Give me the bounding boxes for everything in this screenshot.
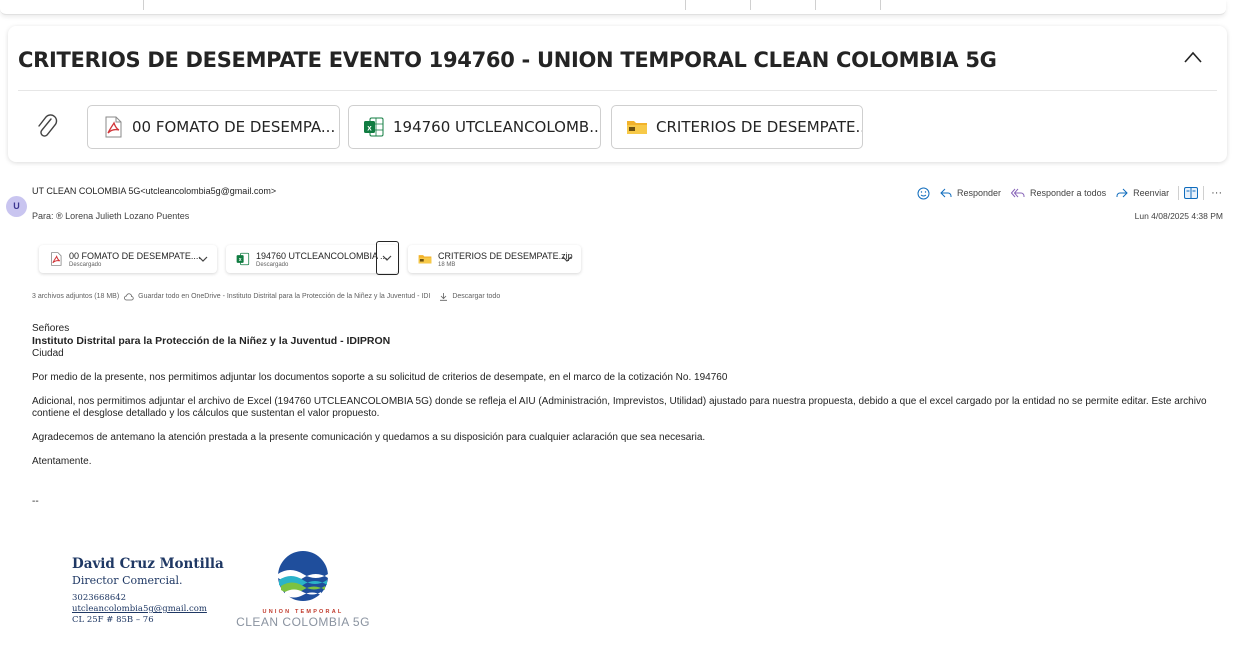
subject-card: CRITERIOS DE DESEMPATE EVENTO 194760 - U… [8, 26, 1227, 162]
reply-all-icon [1011, 188, 1025, 198]
toolbar-divider [143, 0, 144, 10]
reply-icon [940, 188, 952, 198]
excel-icon: x [364, 117, 384, 137]
download-icon [440, 293, 448, 301]
attachment-status: Descargado [69, 261, 102, 268]
forward-icon [1116, 188, 1128, 198]
pdf-icon [105, 116, 122, 138]
attachment-status: Descargado [256, 261, 289, 268]
attachment-name: CRITERIOS DE DESEMPATE.zip [438, 250, 573, 261]
divider [18, 90, 1217, 91]
company-logo: UNION TEMPORAL CLEAN COLOMBIA 5G [228, 550, 378, 640]
forward-button[interactable]: Reenviar [1116, 188, 1169, 198]
attachment-excel[interactable]: x 194760 UTCLEANCOLOMB... [348, 105, 601, 149]
attachment-chip-excel[interactable]: x 194760 UTCLEANCOLOMBIA ... Descargado [226, 245, 398, 273]
attachment-name: 194760 UTCLEANCOLOMB... [393, 118, 601, 136]
divider [1178, 186, 1180, 200]
more-actions-button[interactable]: ··· [1211, 187, 1222, 199]
reply-all-button[interactable]: Responder a todos [1011, 188, 1106, 198]
download-all-link[interactable]: Descargar todo [452, 293, 500, 300]
zip-folder-icon [627, 121, 647, 134]
message-body: Señores Instituto Distrital para la Prot… [32, 323, 1227, 508]
logo-globe-icon [278, 551, 328, 601]
signature-separator: -- [32, 496, 39, 507]
attachment-zip[interactable]: CRITERIOS DE DESEMPATE... [611, 105, 863, 149]
avatar[interactable]: U [6, 196, 27, 217]
signature-title: Director Comercial. [72, 574, 183, 587]
immersive-reader-icon[interactable] [1184, 187, 1199, 199]
email-subject: CRITERIOS DE DESEMPATE EVENTO 194760 - U… [18, 48, 997, 72]
logo-text: CLEAN COLOMBIA 5G [236, 615, 370, 629]
signature-address: CL 25F # 85B – 76 [72, 615, 154, 625]
message-date: Lun 4/08/2025 4:38 PM [1134, 211, 1223, 221]
cloud-icon [124, 292, 134, 300]
body-paragraph: Por medio de la presente, nos permitimos… [32, 372, 728, 383]
divider [1203, 186, 1205, 200]
attachment-name: 194760 UTCLEANCOLOMBIA ... [256, 250, 388, 261]
attachment-name: 00 FOMATO DE DESEMPATE.... [69, 250, 201, 261]
attachment-status: 18 MB [438, 261, 456, 268]
signature-name: David Cruz Montilla [72, 556, 224, 572]
signature-email[interactable]: utcleancolombia5g@gmail.com [72, 604, 224, 615]
reply-label: Responder [957, 188, 1002, 198]
paperclip-icon [38, 114, 58, 137]
excel-icon: x [236, 252, 250, 266]
attachment-menu-button[interactable] [376, 241, 399, 275]
attachment-name: CRITERIOS DE DESEMPATE... [656, 118, 863, 136]
body-paragraph: Agradecemos de antemano la atención pres… [32, 432, 706, 443]
toolbar-divider [685, 0, 686, 10]
reply-button[interactable]: Responder [940, 188, 1001, 198]
attachments-summary: 3 archivos adjuntos (18 MB) Guardar todo… [32, 292, 505, 301]
smiley-icon[interactable] [917, 187, 930, 200]
toolbar-divider [750, 0, 751, 10]
recipients[interactable]: Para: ® Lorena Julieth Lozano Puentes [32, 211, 189, 221]
salutation: Señores [32, 323, 70, 334]
svg-text:x: x [367, 124, 372, 133]
pdf-icon [51, 252, 62, 266]
forward-label: Reenviar [1133, 188, 1170, 198]
toolbar-divider [815, 0, 816, 10]
body-paragraph: Adicional, nos permitimos adjuntar el ar… [32, 396, 1207, 419]
attachment-name: 00 FOMATO DE DESEMPA... [132, 118, 336, 136]
chevron-down-icon[interactable] [559, 251, 575, 267]
signature: David Cruz Montilla Director Comercial. … [72, 556, 224, 626]
chevron-up-icon[interactable] [1183, 50, 1203, 64]
chevron-down-icon [382, 255, 392, 261]
attachment-pdf[interactable]: 00 FOMATO DE DESEMPA... [87, 105, 340, 149]
attachment-chip-pdf[interactable]: 00 FOMATO DE DESEMPATE.... Descargado [39, 245, 217, 273]
city: Ciudad [32, 348, 64, 359]
top-toolbar-strip [0, 0, 1226, 15]
attachment-chip-zip[interactable]: CRITERIOS DE DESEMPATE.zip 18 MB [408, 245, 581, 273]
svg-text:x: x [239, 257, 242, 263]
sender[interactable]: UT CLEAN COLOMBIA 5G<utcleancolombia5g@g… [32, 186, 276, 196]
institution-name: Instituto Distrital para la Protección d… [32, 335, 391, 347]
reply-all-label: Responder a todos [1030, 188, 1107, 198]
toolbar-divider [880, 0, 881, 10]
chevron-down-icon[interactable] [195, 251, 211, 267]
save-onedrive-link[interactable]: Guardar todo en OneDrive - Instituto Dis… [138, 293, 430, 300]
zip-folder-icon [418, 255, 432, 264]
attachments-count: 3 archivos adjuntos (18 MB) [32, 293, 120, 300]
closing: Atentamente. [32, 456, 92, 467]
message-actions: Responder Responder a todos Reenviar ··· [917, 186, 1222, 200]
signature-phone: 3023668642 [72, 593, 127, 603]
